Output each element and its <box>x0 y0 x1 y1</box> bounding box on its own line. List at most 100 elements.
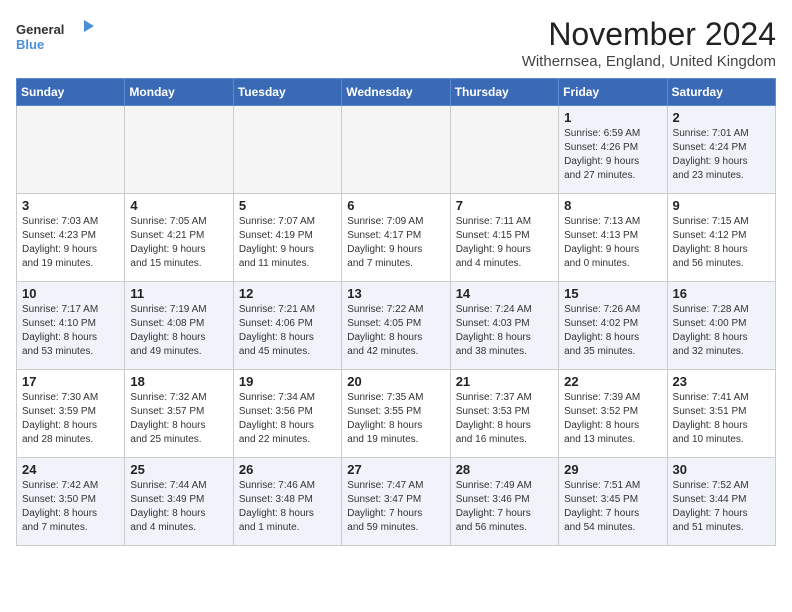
calendar-cell <box>125 106 233 194</box>
day-number: 5 <box>239 198 336 213</box>
calendar-cell: 18 Sunrise: 7:32 AM Sunset: 3:57 PM Dayli… <box>125 370 233 458</box>
calendar-cell: 24Sunrise: 7:42 AM Sunset: 3:50 PM Dayli… <box>17 458 125 546</box>
day-info: Sunrise: 7:11 AM Sunset: 4:15 PM Dayligh… <box>456 215 553 271</box>
logo: General Blue <box>16 16 96 60</box>
weekday-header: Thursday <box>450 79 558 106</box>
day-info: Sunrise: 7:35 AM Sunset: 3:55 PM Dayligh… <box>347 391 444 447</box>
day-number: 2 <box>673 110 770 125</box>
calendar-cell <box>342 106 450 194</box>
calendar-cell: 14Sunrise: 7:24 AM Sunset: 4:03 PM Dayli… <box>450 282 558 370</box>
day-number: 24 <box>22 462 119 477</box>
day-info: Sunrise: 7:22 AM Sunset: 4:05 PM Dayligh… <box>347 303 444 359</box>
day-info: Sunrise: 7:03 AM Sunset: 4:23 PM Dayligh… <box>22 215 119 271</box>
day-number: 6 <box>347 198 444 213</box>
calendar-cell: 2 Sunrise: 7:01 AM Sunset: 4:24 PM Daylig… <box>667 106 775 194</box>
calendar-cell: 11Sunrise: 7:19 AM Sunset: 4:08 PM Dayli… <box>125 282 233 370</box>
day-info: Sunrise: 7:39 AM Sunset: 3:52 PM Dayligh… <box>564 391 661 447</box>
calendar-week-row: 17 Sunrise: 7:30 AM Sunset: 3:59 PM Dayli… <box>17 370 776 458</box>
day-info: Sunrise: 7:17 AM Sunset: 4:10 PM Dayligh… <box>22 303 119 359</box>
day-number: 3 <box>22 198 119 213</box>
day-info: Sunrise: 7:49 AM Sunset: 3:46 PM Dayligh… <box>456 479 553 535</box>
calendar-week-row: 3 Sunrise: 7:03 AM Sunset: 4:23 PM Daylig… <box>17 194 776 282</box>
day-info: Sunrise: 7:09 AM Sunset: 4:17 PM Dayligh… <box>347 215 444 271</box>
weekday-header: Monday <box>125 79 233 106</box>
day-number: 4 <box>130 198 227 213</box>
day-number: 18 <box>130 374 227 389</box>
day-info: Sunrise: 7:46 AM Sunset: 3:48 PM Dayligh… <box>239 479 336 535</box>
calendar-table: SundayMondayTuesdayWednesdayThursdayFrid… <box>16 78 776 546</box>
day-info: Sunrise: 7:37 AM Sunset: 3:53 PM Dayligh… <box>456 391 553 447</box>
calendar-cell: 20Sunrise: 7:35 AM Sunset: 3:55 PM Dayli… <box>342 370 450 458</box>
weekday-header: Sunday <box>17 79 125 106</box>
svg-text:Blue: Blue <box>16 37 44 52</box>
day-info: Sunrise: 7:01 AM Sunset: 4:24 PM Dayligh… <box>673 127 770 183</box>
day-info: Sunrise: 7:44 AM Sunset: 3:49 PM Dayligh… <box>130 479 227 535</box>
calendar-cell: 28Sunrise: 7:49 AM Sunset: 3:46 PM Dayli… <box>450 458 558 546</box>
day-number: 29 <box>564 462 661 477</box>
calendar-week-row: 10 Sunrise: 7:17 AM Sunset: 4:10 PM Dayli… <box>17 282 776 370</box>
calendar-cell: 13 Sunrise: 7:22 AM Sunset: 4:05 PM Dayli… <box>342 282 450 370</box>
calendar-cell: 1 Sunrise: 6:59 AM Sunset: 4:26 PM Daylig… <box>559 106 667 194</box>
day-info: Sunrise: 7:32 AM Sunset: 3:57 PM Dayligh… <box>130 391 227 447</box>
calendar-cell: 26 Sunrise: 7:46 AM Sunset: 3:48 PM Dayli… <box>233 458 341 546</box>
day-number: 16 <box>673 286 770 301</box>
day-info: Sunrise: 7:30 AM Sunset: 3:59 PM Dayligh… <box>22 391 119 447</box>
calendar-cell: 23Sunrise: 7:41 AM Sunset: 3:51 PM Dayli… <box>667 370 775 458</box>
calendar-cell: 10 Sunrise: 7:17 AM Sunset: 4:10 PM Dayli… <box>17 282 125 370</box>
day-info: Sunrise: 7:13 AM Sunset: 4:13 PM Dayligh… <box>564 215 661 271</box>
logo-svg: General Blue <box>16 16 96 60</box>
calendar-cell: 16 Sunrise: 7:28 AM Sunset: 4:00 PM Dayli… <box>667 282 775 370</box>
calendar-week-row: 1 Sunrise: 6:59 AM Sunset: 4:26 PM Daylig… <box>17 106 776 194</box>
calendar-cell <box>233 106 341 194</box>
location: Withernsea, England, United Kingdom <box>522 53 776 70</box>
day-info: Sunrise: 7:26 AM Sunset: 4:02 PM Dayligh… <box>564 303 661 359</box>
calendar-cell: 30 Sunrise: 7:52 AM Sunset: 3:44 PM Dayli… <box>667 458 775 546</box>
weekday-header: Saturday <box>667 79 775 106</box>
calendar-cell: 6 Sunrise: 7:09 AM Sunset: 4:17 PM Daylig… <box>342 194 450 282</box>
day-info: Sunrise: 7:07 AM Sunset: 4:19 PM Dayligh… <box>239 215 336 271</box>
day-info: Sunrise: 7:21 AM Sunset: 4:06 PM Dayligh… <box>239 303 336 359</box>
day-number: 21 <box>456 374 553 389</box>
page-header: General Blue November 2024 Withernsea, E… <box>16 16 776 70</box>
day-number: 23 <box>673 374 770 389</box>
calendar-cell: 22 Sunrise: 7:39 AM Sunset: 3:52 PM Dayli… <box>559 370 667 458</box>
day-info: Sunrise: 7:47 AM Sunset: 3:47 PM Dayligh… <box>347 479 444 535</box>
calendar-cell: 9Sunrise: 7:15 AM Sunset: 4:12 PM Daylig… <box>667 194 775 282</box>
day-number: 7 <box>456 198 553 213</box>
day-number: 10 <box>22 286 119 301</box>
day-number: 19 <box>239 374 336 389</box>
calendar-cell <box>450 106 558 194</box>
day-info: Sunrise: 6:59 AM Sunset: 4:26 PM Dayligh… <box>564 127 661 183</box>
calendar-week-row: 24Sunrise: 7:42 AM Sunset: 3:50 PM Dayli… <box>17 458 776 546</box>
weekday-header: Friday <box>559 79 667 106</box>
day-info: Sunrise: 7:28 AM Sunset: 4:00 PM Dayligh… <box>673 303 770 359</box>
calendar-cell: 19 Sunrise: 7:34 AM Sunset: 3:56 PM Dayli… <box>233 370 341 458</box>
day-number: 17 <box>22 374 119 389</box>
calendar-cell: 17 Sunrise: 7:30 AM Sunset: 3:59 PM Dayli… <box>17 370 125 458</box>
day-number: 1 <box>564 110 661 125</box>
day-number: 27 <box>347 462 444 477</box>
day-info: Sunrise: 7:05 AM Sunset: 4:21 PM Dayligh… <box>130 215 227 271</box>
day-number: 26 <box>239 462 336 477</box>
calendar-cell: 3 Sunrise: 7:03 AM Sunset: 4:23 PM Daylig… <box>17 194 125 282</box>
day-number: 13 <box>347 286 444 301</box>
day-number: 9 <box>673 198 770 213</box>
day-info: Sunrise: 7:34 AM Sunset: 3:56 PM Dayligh… <box>239 391 336 447</box>
day-number: 12 <box>239 286 336 301</box>
calendar-cell: 25Sunrise: 7:44 AM Sunset: 3:49 PM Dayli… <box>125 458 233 546</box>
day-number: 30 <box>673 462 770 477</box>
calendar-cell: 5 Sunrise: 7:07 AM Sunset: 4:19 PM Daylig… <box>233 194 341 282</box>
calendar-cell <box>17 106 125 194</box>
day-number: 8 <box>564 198 661 213</box>
calendar-cell: 8 Sunrise: 7:13 AM Sunset: 4:13 PM Daylig… <box>559 194 667 282</box>
day-number: 22 <box>564 374 661 389</box>
day-number: 15 <box>564 286 661 301</box>
calendar-cell: 29Sunrise: 7:51 AM Sunset: 3:45 PM Dayli… <box>559 458 667 546</box>
day-number: 14 <box>456 286 553 301</box>
title-block: November 2024 Withernsea, England, Unite… <box>522 16 776 70</box>
calendar-cell: 4 Sunrise: 7:05 AM Sunset: 4:21 PM Daylig… <box>125 194 233 282</box>
day-info: Sunrise: 7:52 AM Sunset: 3:44 PM Dayligh… <box>673 479 770 535</box>
calendar-cell: 7 Sunrise: 7:11 AM Sunset: 4:15 PM Daylig… <box>450 194 558 282</box>
calendar-header-row: SundayMondayTuesdayWednesdayThursdayFrid… <box>17 79 776 106</box>
calendar-cell: 27 Sunrise: 7:47 AM Sunset: 3:47 PM Dayli… <box>342 458 450 546</box>
